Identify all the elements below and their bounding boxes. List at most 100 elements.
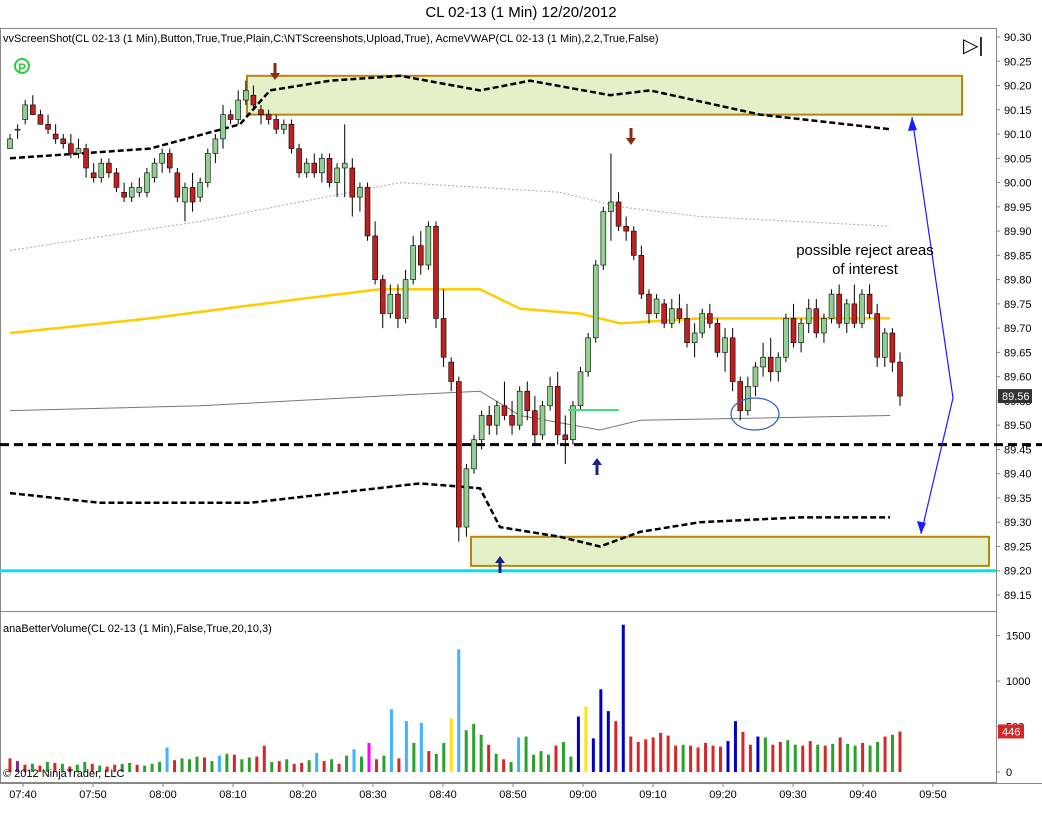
up-candle [197, 182, 203, 198]
time-tick-label: 09:00 [569, 789, 597, 801]
down-candle [767, 356, 774, 373]
volume-bar [689, 745, 693, 772]
annotation-text: possible reject areas of interest [780, 241, 950, 279]
volume-bar [217, 755, 221, 772]
up-candle [775, 356, 782, 373]
volume-bar [397, 758, 401, 772]
down-candle [874, 313, 880, 358]
volume-bar [898, 731, 902, 772]
down-candle [676, 308, 683, 319]
volume-bar [502, 759, 506, 772]
volume-bar [270, 762, 274, 772]
price-tick-label: 89.70 [1004, 323, 1032, 335]
volume-bar [292, 763, 296, 772]
volume-tick-label: 1500 [1006, 631, 1030, 643]
volume-bar [748, 744, 752, 772]
up-candle [212, 138, 219, 154]
time-tick-label: 09:40 [849, 789, 877, 801]
up-candle [577, 371, 584, 407]
down-candle [638, 255, 645, 295]
volume-bar [128, 762, 132, 772]
volume-bar [360, 756, 364, 772]
down-candle [364, 187, 371, 237]
down-candle [273, 119, 280, 130]
volume-bar [330, 759, 334, 772]
up-candle [14, 128, 21, 131]
down-candle [83, 148, 89, 169]
indicator-lines [0, 74, 1042, 573]
volume-bar [524, 736, 528, 772]
volume-bar [599, 689, 603, 772]
down-candle [250, 94, 257, 106]
volume-bar [569, 756, 573, 772]
volume-bar [846, 743, 850, 772]
volume-bar [861, 742, 865, 772]
play-skip-icon[interactable]: ▷| [963, 36, 984, 56]
up-candle [425, 225, 432, 266]
down-candle [433, 225, 439, 319]
volume-bar [285, 759, 289, 772]
volume-bar [262, 745, 266, 772]
volume-bar [135, 764, 139, 772]
up-candle [334, 167, 340, 183]
volume-bar [158, 762, 162, 772]
volume-bar [352, 749, 356, 772]
up-candle [144, 172, 150, 193]
up-candle [243, 90, 249, 101]
volume-bar [629, 736, 633, 772]
down-candle [189, 187, 196, 203]
up-candle [357, 187, 363, 198]
up-candle [98, 162, 105, 179]
up-candle [691, 332, 698, 343]
ninja-logo-icon[interactable]: P [14, 58, 30, 75]
vwap-line [9, 288, 890, 335]
volume-bar [838, 737, 842, 772]
down-candle [227, 114, 234, 120]
volume-bar [210, 761, 214, 772]
down-candle [440, 318, 447, 358]
lower-reject-zone [470, 535, 990, 567]
volume-bar [651, 737, 655, 772]
volume-bar [704, 742, 708, 772]
volume-bar [554, 745, 558, 772]
volume-bar [763, 737, 767, 772]
sell-arrow-icon [626, 128, 636, 145]
up-candle [387, 293, 394, 314]
last-volume-label: 446 [1002, 726, 1020, 738]
time-tick-label: 08:00 [149, 789, 177, 801]
up-candle [220, 114, 226, 140]
price-tick-label: 89.80 [1004, 275, 1032, 287]
volume-bar [150, 763, 154, 772]
indicator-label: vvScreenShot(CL 02-13 (1 Min),Button,Tru… [3, 33, 659, 45]
volume-bar [277, 761, 281, 772]
price-tick-label: 89.45 [1004, 444, 1032, 456]
down-candle [707, 313, 713, 324]
price-tick-label: 90.20 [1004, 81, 1032, 93]
down-candle [790, 318, 797, 343]
volume-bar [719, 746, 723, 772]
down-candle [646, 293, 652, 314]
up-candle [608, 201, 614, 212]
up-candle [7, 138, 13, 149]
annotation-line-1: possible reject areas [796, 242, 934, 259]
volume-bar [853, 745, 857, 772]
inner-upper-band [9, 182, 891, 251]
time-tick-label: 09:50 [919, 789, 947, 801]
down-candle [166, 153, 173, 169]
down-candle [630, 230, 637, 256]
volume-bar [868, 745, 872, 772]
volume-bar [778, 742, 782, 772]
up-candle [182, 187, 188, 203]
up-candle [478, 415, 485, 441]
up-candle [494, 405, 500, 426]
up-candle [821, 318, 827, 334]
down-candle [897, 361, 903, 397]
volume-bar [143, 765, 147, 772]
volume-bar [517, 737, 521, 772]
time-axis: 07:40 07:50 08:00 08:10 08:20 08:30 08:40 08:50… [9, 783, 947, 801]
volume-bar [382, 755, 386, 772]
down-candle [417, 245, 424, 266]
down-candle [45, 124, 51, 130]
volume-bar [487, 744, 491, 772]
up-candle [471, 439, 477, 470]
